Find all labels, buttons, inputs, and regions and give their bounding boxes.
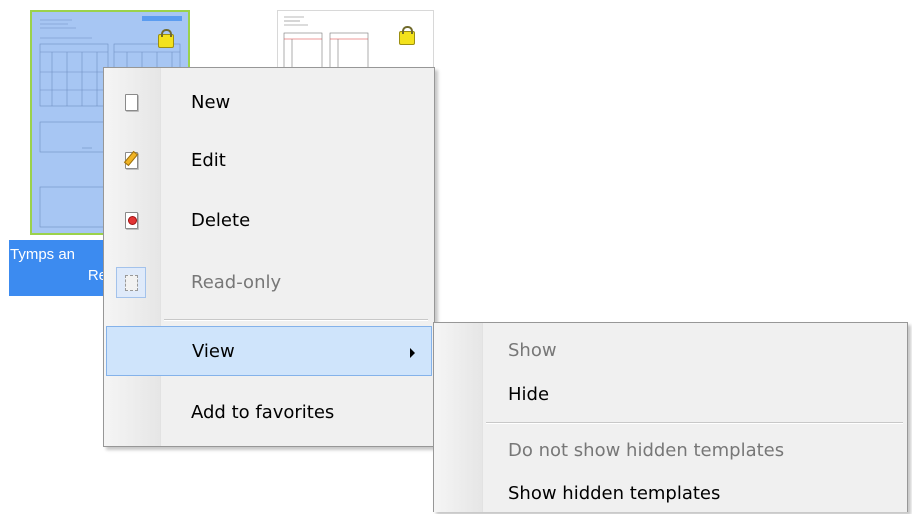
delete-icon bbox=[118, 207, 144, 233]
menu-item-new[interactable]: New bbox=[106, 78, 432, 128]
submenu-item-label: Hide bbox=[508, 384, 550, 405]
template-thumbnail-label[interactable]: Tymps an Re bbox=[9, 240, 109, 296]
menu-item-label: Delete bbox=[191, 210, 251, 231]
lock-icon bbox=[399, 26, 415, 45]
menu-item-label: View bbox=[192, 341, 235, 362]
submenu-item-label: Show bbox=[508, 340, 557, 361]
lock-icon bbox=[158, 29, 174, 48]
menu-item-label: Read-only bbox=[191, 272, 282, 293]
edit-pencil-icon bbox=[118, 147, 144, 173]
menu-separator bbox=[164, 319, 428, 321]
thumbnail-label-line2: Re bbox=[87, 267, 107, 284]
view-submenu: Show Hide Do not show hidden templates S… bbox=[433, 322, 908, 512]
thumbnail-label-line1: Tymps an bbox=[10, 246, 76, 263]
read-only-icon bbox=[116, 267, 146, 298]
submenu-item-show[interactable]: Show bbox=[436, 331, 904, 371]
submenu-item-label: Do not show hidden templates bbox=[508, 440, 785, 461]
menu-item-edit[interactable]: Edit bbox=[106, 136, 432, 186]
submenu-item-show-hidden[interactable]: Show hidden templates bbox=[436, 474, 904, 514]
menu-item-label: New bbox=[191, 92, 231, 113]
menu-item-delete[interactable]: Delete bbox=[106, 196, 432, 246]
menu-item-read-only[interactable]: Read-only bbox=[106, 258, 432, 308]
submenu-arrow-icon bbox=[410, 348, 415, 358]
submenu-item-do-not-show-hidden[interactable]: Do not show hidden templates bbox=[436, 431, 904, 471]
menu-item-label: Add to favorites bbox=[191, 402, 335, 423]
context-menu: New Edit Delete Read-only View Add to fa… bbox=[103, 67, 435, 447]
new-document-icon bbox=[118, 89, 144, 115]
submenu-item-label: Show hidden templates bbox=[508, 483, 721, 504]
menu-item-view[interactable]: View bbox=[106, 326, 432, 376]
menu-item-label: Edit bbox=[191, 150, 226, 171]
submenu-separator bbox=[486, 422, 903, 424]
template-thumbnail-2[interactable] bbox=[277, 10, 434, 70]
submenu-item-hide[interactable]: Hide bbox=[436, 375, 904, 415]
menu-item-add-to-favorites[interactable]: Add to favorites bbox=[106, 388, 432, 438]
